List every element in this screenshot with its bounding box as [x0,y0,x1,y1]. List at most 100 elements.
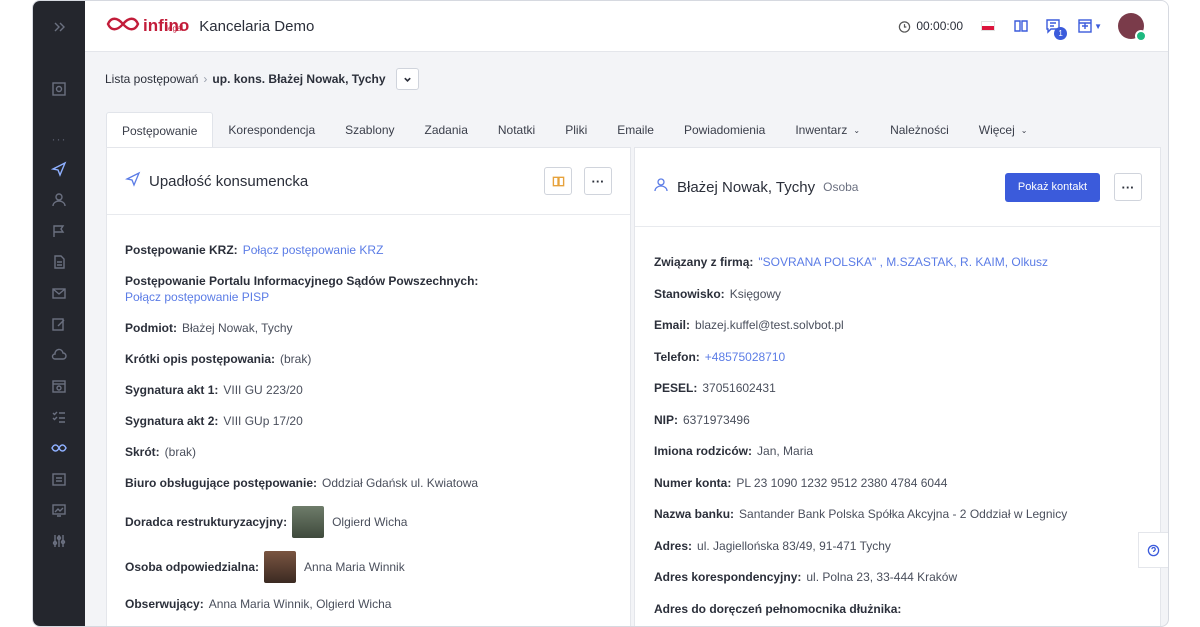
breadcrumb-separator: › [203,72,208,86]
sidebar: ··· [33,1,85,626]
infino-logo-icon [105,13,141,40]
more-actions-button[interactable]: ··· [584,167,612,195]
field-stanowisko: Stanowisko: Księgowy [654,286,782,301]
online-status-icon [1135,30,1147,42]
contact-type: Osoba [823,180,859,194]
field-obserwujacy: Obserwujący: Anna Maria Winnik, Olgierd … [125,597,392,611]
notification-badge: 1 [1054,27,1068,40]
person-chip[interactable]: Anna Maria Winnik [264,551,405,583]
breadcrumb: Lista postępowań › up. kons. Błażej Nowa… [105,68,419,90]
book-icon [552,176,564,186]
tab-inwentarz[interactable]: Inwentarz ⌄ [780,112,875,148]
tab-zadania[interactable]: Zadania [410,112,483,148]
logo-subtext: legal [166,24,184,33]
document-icon[interactable] [33,246,85,277]
field-email: Email: blazej.kuffel@test.solvbot.pl [654,318,844,332]
contacts-icon[interactable] [33,184,85,215]
field-opis: Krótki opis postępowania: (brak) [125,352,312,366]
tab-szablony[interactable]: Szablony [330,112,409,148]
timer-value: 00:00:00 [916,19,964,33]
connect-pisp-link[interactable]: Połącz postępowanie PISP [125,289,612,305]
calendar-icon[interactable] [33,370,85,401]
show-contact-button[interactable]: Pokaż kontakt [1004,172,1100,202]
chat-icon[interactable]: 1 [1045,18,1068,40]
tab-wiecej[interactable]: Więcej ⌄ [964,112,1043,148]
book-button[interactable] [544,167,572,195]
edit-icon[interactable] [33,308,85,339]
app-title: Kancelaria Demo [199,17,315,35]
breadcrumb-dropdown-button[interactable] [395,68,419,90]
field-pisp: Postępowanie Portalu Informacyjnego Sądó… [125,273,612,305]
checklist-icon[interactable] [33,401,85,432]
breadcrumb-current: up. kons. Błażej Nowak, Tychy [212,72,386,86]
field-doradca: Doradca restrukturyzacyjny: Olgierd Wich… [125,506,612,538]
field-numer-konta: Numer konta: PL 23 1090 1232 9512 2380 4… [654,475,948,490]
help-icon [1147,544,1160,556]
case-details-panel: Upadłość konsumencka ··· Postępowanie KR… [106,147,631,626]
caret-down-icon: ▼ [1094,21,1102,31]
tab-bar: Postępowanie Korespondencja Szablony Zad… [106,112,1042,148]
field-nip: NIP: 6371973496 [654,412,750,427]
app-window: ··· infino legal Kancelaria Demo 00:00:0… [32,0,1169,627]
user-avatar[interactable] [1118,13,1147,42]
field-biuro: Biuro obsługujące postępowanie: Oddział … [125,476,479,490]
send-icon[interactable] [33,153,85,184]
dashboard-icon[interactable] [33,53,85,125]
tab-postepowanie[interactable]: Postępowanie [106,112,214,148]
stopwatch-icon [899,20,911,33]
report-icon[interactable] [33,494,85,525]
language-flag-icon[interactable] [981,21,996,31]
contact-fields: Związany z firmą: "SOVRANA POLSKA" , M.S… [635,227,1160,617]
tab-pliki[interactable]: Pliki [550,112,602,148]
tab-naleznosci[interactable]: Należności [875,112,964,148]
logo[interactable]: infino legal [105,13,189,40]
tab-emaile[interactable]: Emaile [602,112,669,148]
field-skrot: Skrót: (brak) [125,445,197,459]
contact-name: Błażej Nowak, Tychy [677,178,816,196]
field-krz: Postępowanie KRZ: Połącz postępowanie KR… [125,242,384,258]
add-menu-icon[interactable]: ▼ [1077,18,1102,34]
settings-sliders-icon[interactable] [33,525,85,556]
help-button[interactable] [1138,532,1168,568]
person-icon [653,177,669,198]
field-osoba-odpowiedzialna: Osoba odpowiedzialna: Anna Maria Winnik [125,551,612,583]
avatar [292,506,325,538]
expand-sidebar-icon[interactable] [33,1,85,53]
field-sygnatura-1: Sygnatura akt 1: VIII GU 223/20 [125,383,303,397]
contact-panel-header: Błażej Nowak, Tychy Osoba Pokaż kontakt … [635,148,1160,227]
case-type-title: Upadłość konsumencka [149,172,309,190]
send-icon [125,171,141,192]
field-adres-doreczen: Adres do doręczeń pełnomocnika dłużnika: [654,601,902,616]
book-icon[interactable] [1013,18,1029,34]
cloud-icon[interactable] [33,339,85,370]
tab-powiadomienia[interactable]: Powiadomienia [669,112,780,148]
field-pesel: PESEL: 37051602431 [654,381,776,395]
field-adres-korespondencyjny: Adres korespondencyjny: ul. Polna 23, 33… [654,570,958,584]
timer[interactable]: 00:00:00 [898,19,963,33]
case-panel-header: Upadłość konsumencka ··· [107,148,630,215]
person-chip[interactable]: Olgierd Wicha [292,506,407,538]
more-icon[interactable]: ··· [52,125,67,153]
phone-link[interactable]: +48575028710 [705,349,785,365]
flag-icon[interactable] [33,215,85,246]
tab-notatki[interactable]: Notatki [483,112,550,148]
ellipsis-icon: ··· [591,173,605,189]
contact-panel: Błażej Nowak, Tychy Osoba Pokaż kontakt … [634,147,1161,626]
field-sygnatura-2: Sygnatura akt 2: VIII GUp 17/20 [125,414,303,428]
chevron-down-icon: ⌄ [853,125,861,135]
field-podmiot: Podmiot: Błażej Nowak, Tychy [125,321,293,335]
top-bar: infino legal Kancelaria Demo 00:00:00 1 … [85,1,1168,52]
connect-krz-link[interactable]: Połącz postępowanie KRZ [243,242,384,258]
company-link[interactable]: "SOVRANA POLSKA" , M.SZASTAK, R. KAIM, O… [758,254,1048,270]
avatar [264,551,297,583]
field-adres: Adres: ul. Jagiellońska 83/49, 91-471 Ty… [654,538,891,553]
more-actions-button[interactable]: ··· [1114,173,1142,201]
field-imiona-rodzicow: Imiona rodziców: Jan, Maria [654,444,814,458]
folder-icon[interactable] [33,463,85,494]
breadcrumb-root[interactable]: Lista postępowań [105,72,198,86]
chevron-down-icon: ⌄ [1020,125,1028,135]
tab-korespondencja[interactable]: Korespondencja [213,112,330,148]
infino-logo-icon[interactable] [33,432,85,463]
mail-icon[interactable] [33,277,85,308]
ellipsis-icon: ··· [1121,179,1135,195]
